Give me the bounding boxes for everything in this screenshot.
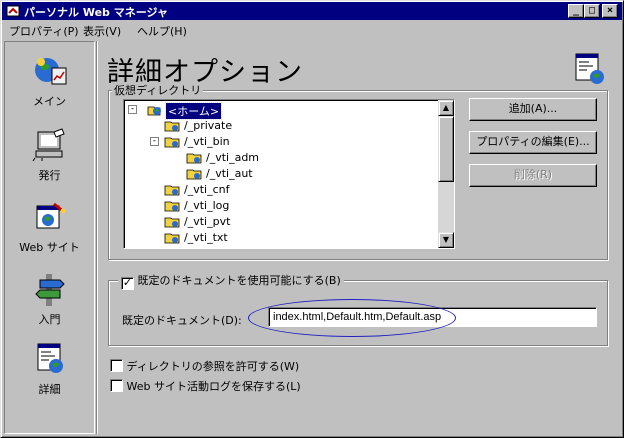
- tree-label: /_vti_aut: [206, 167, 253, 180]
- sidebar: メイン 発行 Web サイト 入門 詳細: [4, 41, 95, 434]
- tree-label: /_private: [184, 119, 233, 132]
- menu-help[interactable]: ヘルプ(H): [137, 23, 187, 39]
- tour-icon: [34, 274, 65, 306]
- folder-icon: [164, 233, 180, 244]
- publish-icon: [32, 128, 65, 162]
- save-log-option[interactable]: Web サイト活動ログを保存する(L): [110, 378, 301, 394]
- sidebar-item-publish[interactable]: 発行: [5, 128, 94, 183]
- scroll-up-button[interactable]: ▲: [438, 100, 454, 116]
- tree-label: <ホーム>: [164, 102, 223, 120]
- close-button[interactable]: ×: [602, 4, 618, 18]
- maximize-button[interactable]: □: [584, 4, 600, 18]
- dir-browse-label: ディレクトリの参照を許可する(W): [126, 360, 300, 373]
- folder-icon: [164, 137, 180, 148]
- tree-label: /_vti_log: [184, 199, 230, 212]
- collapse-icon[interactable]: -: [150, 137, 159, 146]
- delete-button[interactable]: 削除(R): [469, 164, 597, 187]
- sidebar-item-label: 発行: [38, 169, 61, 182]
- app-icon[interactable]: [5, 3, 21, 19]
- folder-icon: [186, 169, 202, 180]
- dir-browse-option[interactable]: ディレクトリの参照を許可する(W): [110, 358, 299, 374]
- tree-scrollbar[interactable]: ▲ ▼: [438, 100, 454, 248]
- save-log-checkbox[interactable]: [110, 379, 123, 392]
- folder-icon: [164, 201, 180, 212]
- folder-icon: [164, 217, 180, 228]
- minimize-button[interactable]: _: [568, 4, 584, 18]
- sidebar-item-label: メイン: [33, 95, 66, 108]
- add-button[interactable]: 追加(A)...: [469, 98, 597, 121]
- advanced-icon: [37, 343, 63, 373]
- sidebar-item-advanced[interactable]: 詳細: [5, 342, 94, 397]
- sidebar-divider: [96, 41, 98, 434]
- save-log-label: Web サイト活動ログを保存する(L): [126, 380, 301, 393]
- menu-view[interactable]: 表示(V): [83, 23, 121, 39]
- advanced-icon: [575, 53, 604, 84]
- sidebar-item-label: 詳細: [38, 383, 61, 396]
- sidebar-item-label: 入門: [38, 313, 61, 326]
- tree-label: /_vti_txt: [184, 231, 228, 244]
- sidebar-item-website[interactable]: Web サイト: [5, 200, 94, 255]
- vdir-group-label: 仮想ディレクトリ: [112, 82, 204, 98]
- default-doc-field[interactable]: index.html,Default.htm,Default.asp: [268, 307, 597, 327]
- sidebar-item-main[interactable]: メイン: [5, 54, 94, 109]
- enable-default-doc-label: 既定のドキュメントを使用可能にする(B): [137, 274, 341, 287]
- enable-default-doc-option[interactable]: ✓ 既定のドキュメントを使用可能にする(B): [118, 272, 344, 290]
- tree-label: /_vti_bin: [184, 135, 230, 148]
- folder-icon: [186, 153, 202, 164]
- folder-icon: [164, 185, 180, 196]
- menu-properties[interactable]: プロパティ(P): [9, 23, 79, 39]
- tree-label: /_vti_cnf: [184, 183, 230, 196]
- folder-icon: [164, 121, 180, 132]
- sidebar-item-label: Web サイト: [19, 241, 80, 254]
- tree-label: /_vti_pvt: [184, 215, 231, 228]
- vdir-tree[interactable]: - <ホーム> /_private - /_vti_bin /_vti_adm …: [123, 99, 455, 249]
- main-icon: [34, 58, 66, 85]
- dir-browse-checkbox[interactable]: [110, 359, 123, 372]
- website-icon: [36, 202, 65, 229]
- default-doc-label: 既定のドキュメント(D):: [122, 314, 242, 327]
- scroll-thumb[interactable]: [438, 116, 454, 182]
- edit-properties-button[interactable]: プロパティの編集(E)...: [469, 131, 597, 154]
- title-bar[interactable]: パーソナル Web マネージャ _ □ ×: [2, 2, 622, 20]
- tree-label: /_vti_adm: [206, 151, 260, 164]
- scroll-down-button[interactable]: ▼: [438, 232, 454, 248]
- collapse-icon[interactable]: -: [128, 105, 137, 114]
- menu-bar: プロパティ(P) 表示(V) ヘルプ(H): [2, 20, 622, 39]
- window-title: パーソナル Web マネージャ: [24, 6, 168, 19]
- enable-default-doc-checkbox[interactable]: ✓: [121, 277, 134, 290]
- sidebar-item-tour[interactable]: 入門: [5, 272, 94, 327]
- home-globe-icon: [147, 106, 161, 116]
